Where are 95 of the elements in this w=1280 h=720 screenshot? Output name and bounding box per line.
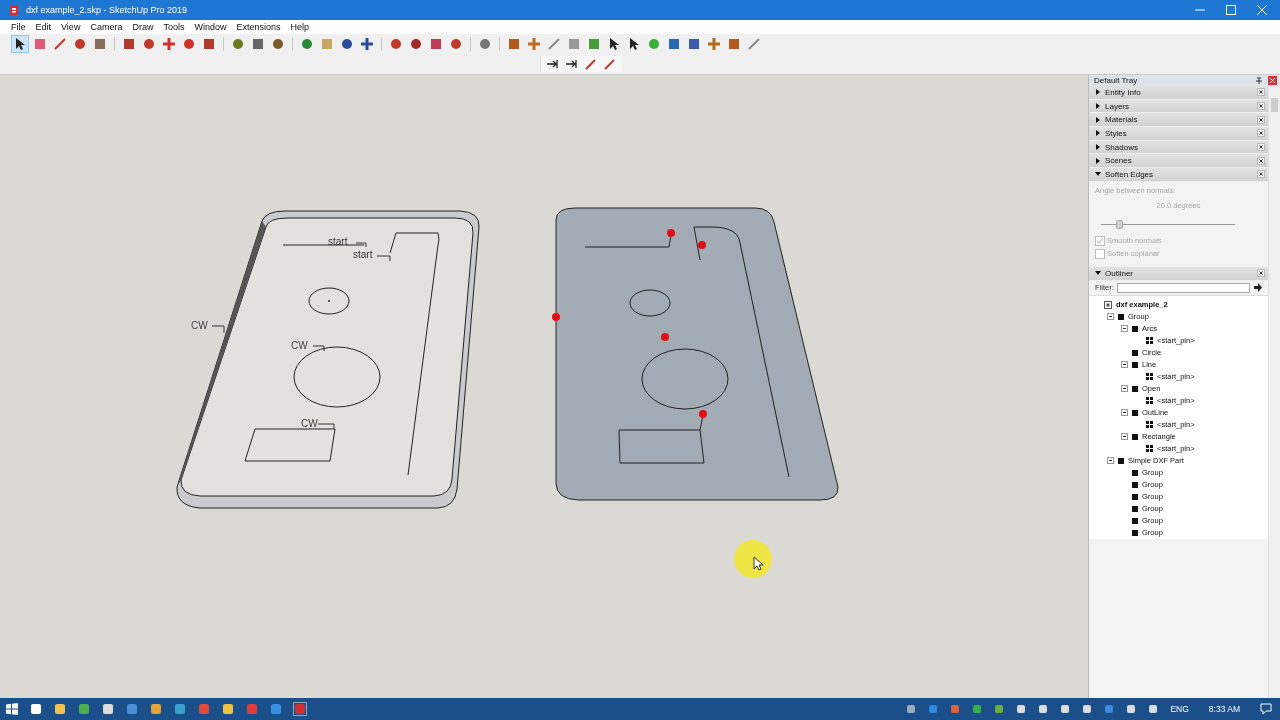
leader-line: [355, 242, 367, 248]
component-icon: [1146, 373, 1153, 380]
expander-icon[interactable]: [1095, 144, 1101, 151]
app-icon[interactable]: [150, 703, 162, 715]
group-icon: [1132, 433, 1138, 440]
menu-item[interactable]: Extensions: [231, 22, 286, 32]
menu-item[interactable]: View: [56, 22, 86, 32]
window-title: dxf example_2.skp - SketchUp Pro 2019: [26, 5, 188, 15]
group-icon: [1118, 457, 1124, 464]
close-icon[interactable]: [1257, 143, 1265, 152]
angle-slider[interactable]: [1101, 219, 1235, 229]
menu-item[interactable]: Edit: [30, 22, 57, 32]
leader-line: [317, 423, 335, 430]
notification-icon[interactable]: [1260, 703, 1272, 715]
close-icon[interactable]: [1257, 269, 1265, 278]
model-viewport[interactable]: start start CW CW CW: [0, 75, 1089, 698]
maximize-icon[interactable]: [1226, 5, 1236, 15]
pin-marker: [698, 241, 706, 249]
leader-line: [211, 325, 225, 334]
tray-title: Default Tray: [1094, 76, 1139, 85]
pin-marker: [667, 229, 675, 237]
checkbox[interactable]: [1095, 235, 1105, 246]
filter-field[interactable]: [1116, 282, 1250, 293]
collapse-toggle-icon[interactable]: [1121, 325, 1128, 332]
menu-item[interactable]: Camera: [85, 22, 128, 32]
panel-header[interactable]: Soften Edges: [1089, 168, 1268, 182]
collapse-toggle-icon[interactable]: [1121, 409, 1128, 416]
menu-item[interactable]: Tools: [158, 22, 190, 32]
component-icon: [1146, 337, 1153, 344]
app-icon[interactable]: [270, 703, 282, 715]
collapse-toggle-icon[interactable]: [1121, 361, 1128, 368]
close-icon[interactable]: [1257, 129, 1265, 138]
close-icon[interactable]: [1257, 170, 1265, 179]
component-icon: [1146, 421, 1153, 428]
app-logo-icon: [8, 4, 20, 16]
annotation-label: CW: [301, 418, 318, 429]
expander-icon[interactable]: [1095, 103, 1101, 110]
menu-item[interactable]: Window: [189, 22, 232, 32]
arrow-icon[interactable]: [1253, 283, 1262, 292]
menu-item[interactable]: Help: [285, 22, 314, 32]
app-icon[interactable]: [1038, 704, 1049, 714]
menu-item[interactable]: File: [6, 22, 31, 32]
app-icon[interactable]: [102, 703, 114, 715]
expander-icon[interactable]: [1095, 89, 1101, 96]
group-icon: [1132, 409, 1138, 416]
expander-icon[interactable]: [1095, 270, 1101, 277]
annotation-label: CW: [191, 320, 208, 331]
pin-marker: [699, 410, 707, 418]
panel-header[interactable]: Scenes: [1089, 154, 1268, 169]
expander-icon[interactable]: [1095, 116, 1101, 123]
panel-header[interactable]: Entity Info: [1089, 86, 1268, 100]
close-icon[interactable]: [1257, 115, 1265, 124]
model-icon: [1104, 300, 1112, 309]
menu-item[interactable]: Draw: [127, 22, 159, 32]
close-icon[interactable]: [1257, 102, 1265, 111]
component-icon: [1146, 397, 1153, 404]
app-icon[interactable]: [126, 703, 138, 715]
group-icon: [1132, 385, 1138, 392]
collapse-toggle-icon[interactable]: [1121, 433, 1128, 440]
component-icon: [1146, 445, 1153, 452]
pin-marker: [552, 313, 560, 321]
app-icon[interactable]: [994, 704, 1005, 714]
checkbox[interactable]: [1095, 248, 1105, 259]
slider-thumb[interactable]: [1116, 219, 1124, 229]
panel-header[interactable]: Outliner: [1089, 266, 1268, 281]
pin-icon[interactable]: [1255, 76, 1263, 85]
app-icon[interactable]: [972, 704, 983, 714]
annotation-label: CW: [291, 340, 308, 351]
panel-header[interactable]: Styles: [1089, 127, 1268, 141]
clock[interactable]: 8:33 AM: [1208, 704, 1240, 714]
leader-line: [312, 345, 325, 352]
start-icon[interactable]: [6, 703, 18, 715]
language-indicator[interactable]: ENG: [1170, 704, 1189, 714]
cursor-highlight: [734, 540, 772, 578]
group-icon: [1118, 313, 1124, 320]
app-icon[interactable]: [222, 703, 234, 715]
collapse-toggle-icon[interactable]: [1107, 457, 1114, 464]
mouse-pointer-icon: [753, 556, 764, 571]
group-icon: [1132, 325, 1138, 332]
expander-icon[interactable]: [1095, 171, 1101, 178]
app-icon[interactable]: [174, 703, 186, 715]
scrollbar[interactable]: [1268, 86, 1280, 698]
close-icon[interactable]: [1257, 88, 1265, 97]
collapse-toggle-icon[interactable]: [1107, 313, 1114, 320]
expander-icon[interactable]: [1095, 130, 1101, 137]
annotation-label: start: [353, 249, 373, 260]
panel-header[interactable]: Materials: [1089, 113, 1268, 128]
app-icon[interactable]: [1126, 704, 1137, 714]
leader-line: [376, 255, 391, 262]
pin-marker: [661, 333, 669, 341]
expander-icon[interactable]: [1095, 157, 1101, 164]
collapse-toggle-icon[interactable]: [1121, 385, 1128, 392]
app-icon[interactable]: [1016, 704, 1027, 714]
annotation-label: start: [328, 236, 348, 247]
close-icon[interactable]: [1257, 156, 1265, 165]
